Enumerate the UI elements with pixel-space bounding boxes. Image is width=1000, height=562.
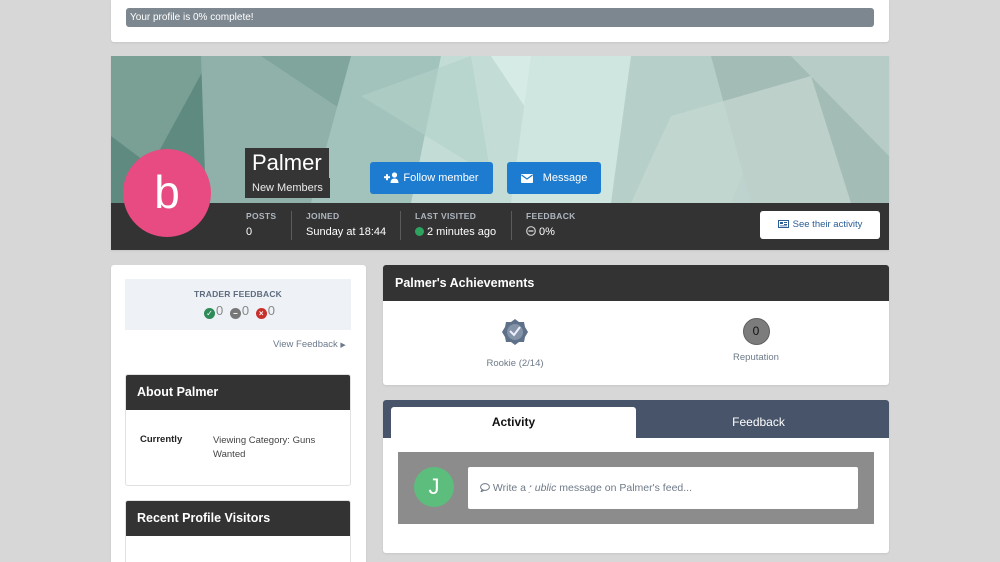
trader-feedback-counts: ✓ 0 −0 × 0 <box>125 303 351 319</box>
achievements-title: Palmer's Achievements <box>383 265 889 301</box>
positive-check-icon: ✓ <box>204 308 216 319</box>
reputation-value: 0 <box>742 318 770 345</box>
comment-icon <box>479 483 490 493</box>
status-composer: J Write a public message on Palmer's fee… <box>398 452 874 524</box>
message-button[interactable]: Message <box>507 162 601 194</box>
view-feedback-link[interactable]: View Feedback ▶ <box>273 339 346 350</box>
about-value: Viewing Category: Guns Wanted <box>213 435 316 460</box>
tab-feedback[interactable]: Feedback <box>636 407 881 438</box>
activity-card: Activity Feedback J Write a public messa… <box>383 400 889 553</box>
stat-feedback-label: FEEDBACK <box>526 211 576 221</box>
cover-photo <box>111 56 889 203</box>
about-key: Currently <box>140 434 183 445</box>
profile-header: b Palmer New Members Follow member Messa… <box>111 56 889 250</box>
feedback-percent: 0% <box>539 226 555 238</box>
stat-joined-label: JOINED <box>306 211 340 221</box>
last-visited-text: 2 minutes ago <box>427 226 497 238</box>
achievements-card: Palmer's Achievements Rookie (2/14) 0 Re… <box>383 265 889 385</box>
about-row: Currently Viewing Category: Guns Wanted <box>126 410 350 485</box>
stat-divider <box>291 211 292 240</box>
reputation-achievement[interactable]: 0 Reputation <box>676 318 836 363</box>
negative-x-icon: × <box>255 308 267 319</box>
neutral-count: 0 <box>241 303 250 318</box>
member-group: New Members <box>245 178 330 198</box>
composer-placeholder-prefix: Write a <box>492 482 529 494</box>
positive-count: 0 <box>216 303 224 318</box>
composer-avatar[interactable]: J <box>414 467 454 507</box>
envelope-icon <box>520 174 533 183</box>
about-block: About Palmer Currently Viewing Category:… <box>125 374 351 486</box>
follow-member-button[interactable]: Follow member <box>370 162 493 194</box>
neutral-circle-icon <box>526 226 536 236</box>
online-dot-icon <box>415 227 424 236</box>
avatar[interactable]: b <box>123 149 211 237</box>
composer-placeholder-suffix: message on Palmer's feed... <box>556 482 692 494</box>
caret-right-icon: ▶ <box>340 342 346 349</box>
rank-achievement[interactable]: Rookie (2/14) <box>435 318 595 369</box>
composer-placeholder-emphasis: public <box>528 482 557 494</box>
stat-last-visited-value: 2 minutes ago <box>415 226 496 238</box>
profile-completion-bar[interactable]: Your profile is 0% complete! <box>126 8 874 27</box>
view-feedback-label: View Feedback <box>273 339 338 350</box>
recent-visitors-title: Recent Profile Visitors <box>126 501 350 536</box>
newspaper-icon <box>777 220 789 228</box>
stat-posts-value: 0 <box>246 226 253 238</box>
trader-feedback-title: TRADER FEEDBACK <box>194 289 282 299</box>
stat-divider <box>511 211 512 240</box>
stat-posts-label: POSTS <box>246 211 277 221</box>
negative-count: 0 <box>267 303 275 318</box>
stat-divider <box>400 211 401 240</box>
see-activity-button[interactable]: See their activity <box>760 211 880 239</box>
profile-name: Palmer <box>245 148 329 178</box>
stat-feedback: FEEDBACK 0% <box>526 211 576 241</box>
stat-feedback-value: 0% <box>526 226 576 238</box>
message-label: Message <box>542 172 588 184</box>
profile-sidebar: TRADER FEEDBACK ✓ 0 −0 × 0 View Feedback ▶… <box>111 265 366 562</box>
trader-feedback-box: TRADER FEEDBACK ✓ 0 −0 × 0 <box>125 279 351 330</box>
follow-label: Follow member <box>403 172 479 184</box>
about-title: About Palmer <box>126 375 350 410</box>
rank-label: Rookie (2/14) <box>486 358 544 369</box>
status-message-input[interactable]: Write a public message on Palmer's feed.… <box>468 467 858 509</box>
neutral-minus-icon: − <box>229 308 241 319</box>
see-activity-label: See their activity <box>792 219 863 230</box>
user-plus-icon <box>384 172 399 183</box>
stat-last-visited-label: LAST VISITED <box>415 211 477 221</box>
recent-visitors-block: Recent Profile Visitors <box>125 500 351 562</box>
reputation-label: Reputation <box>733 352 779 363</box>
stat-posts: POSTS 0 <box>246 211 276 241</box>
stat-joined: JOINED Sunday at 18:44 <box>306 211 386 241</box>
tab-activity[interactable]: Activity <box>391 407 636 438</box>
rookie-badge-icon <box>502 319 528 345</box>
stat-last-visited: LAST VISITED 2 minutes ago <box>415 211 496 241</box>
stat-joined-value: Sunday at 18:44 <box>306 226 387 238</box>
profile-completion-card: Your profile is 0% complete! <box>111 0 889 42</box>
